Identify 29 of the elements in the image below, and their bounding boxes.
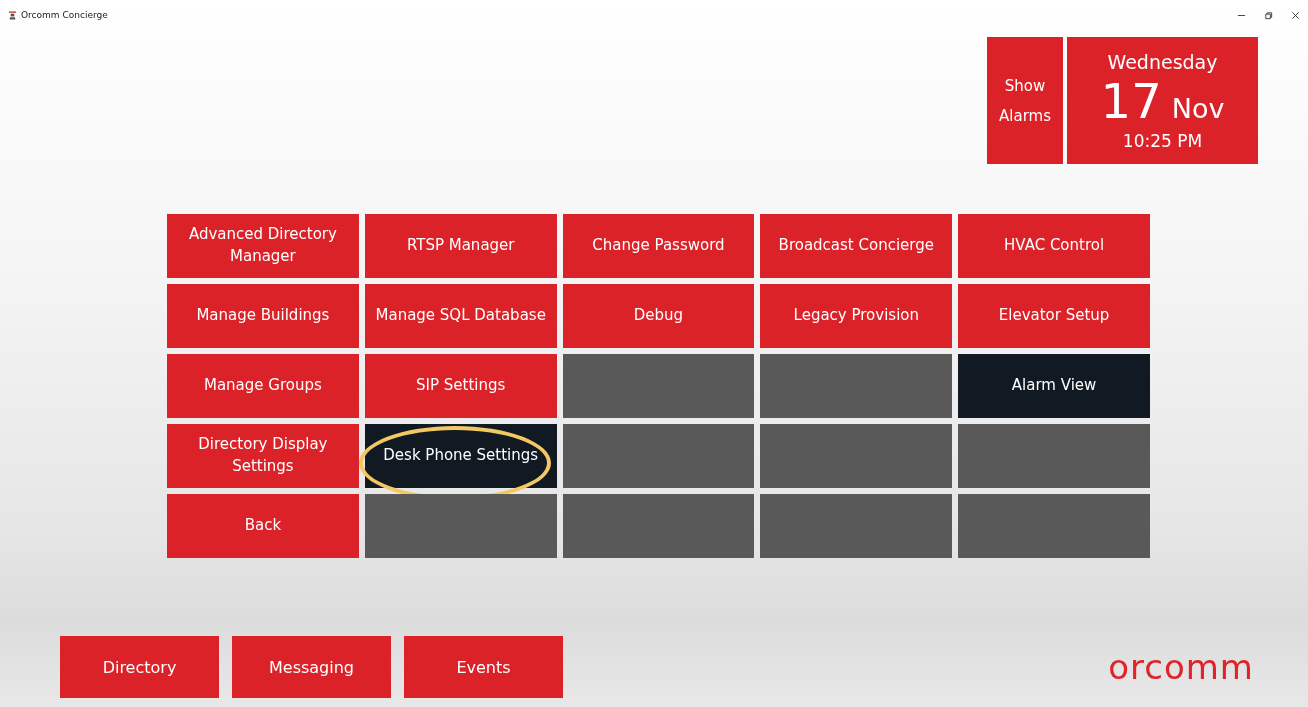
day-number: 17 (1100, 76, 1162, 125)
nav-button[interactable]: Events (404, 636, 563, 698)
menu-tile-button[interactable]: Elevator Setup (958, 284, 1150, 348)
nav-button[interactable]: Directory (60, 636, 219, 698)
menu-tile-button[interactable]: Directory Display Settings (167, 424, 359, 488)
menu-tile-button[interactable]: Manage Buildings (167, 284, 359, 348)
menu-tile-button[interactable]: Manage SQL Database (364, 284, 557, 348)
orcomm-logo: orcomm (1108, 647, 1254, 687)
month-label: Nov (1171, 94, 1225, 122)
nav-button[interactable]: Messaging (232, 636, 391, 698)
app-icon (8, 10, 17, 20)
time-label: 10:25 PM (1122, 130, 1203, 151)
menu-tile-button[interactable]: RTSP Manager (364, 214, 557, 278)
menu-tile-button[interactable]: SIP Settings (364, 354, 557, 418)
menu-tile-button[interactable]: Back (167, 494, 359, 558)
show-alarms-button[interactable]: Show Alarms (987, 37, 1063, 164)
menu-tile-button[interactable]: Advanced Directory Manager (167, 214, 359, 278)
weekday-label: Wednesday (1107, 50, 1218, 73)
menu-tile-button[interactable]: Change Password (562, 214, 755, 278)
menu-tile-button[interactable]: Debug (562, 284, 755, 348)
window-title: Orcomm Concierge (21, 10, 108, 20)
menu-tile-button[interactable]: Broadcast Concierge (760, 214, 953, 278)
close-icon[interactable] (1291, 10, 1300, 20)
menu-tile-button[interactable]: Desk Phone Settings (364, 424, 557, 488)
restore-icon[interactable] (1264, 10, 1273, 20)
menu-tile-button[interactable]: Legacy Provision (760, 284, 953, 348)
menu-tile-button[interactable]: HVAC Control (958, 214, 1150, 278)
menu-tile-button[interactable]: Manage Groups (167, 354, 359, 418)
menu-tile-button[interactable]: Alarm View (958, 354, 1150, 418)
